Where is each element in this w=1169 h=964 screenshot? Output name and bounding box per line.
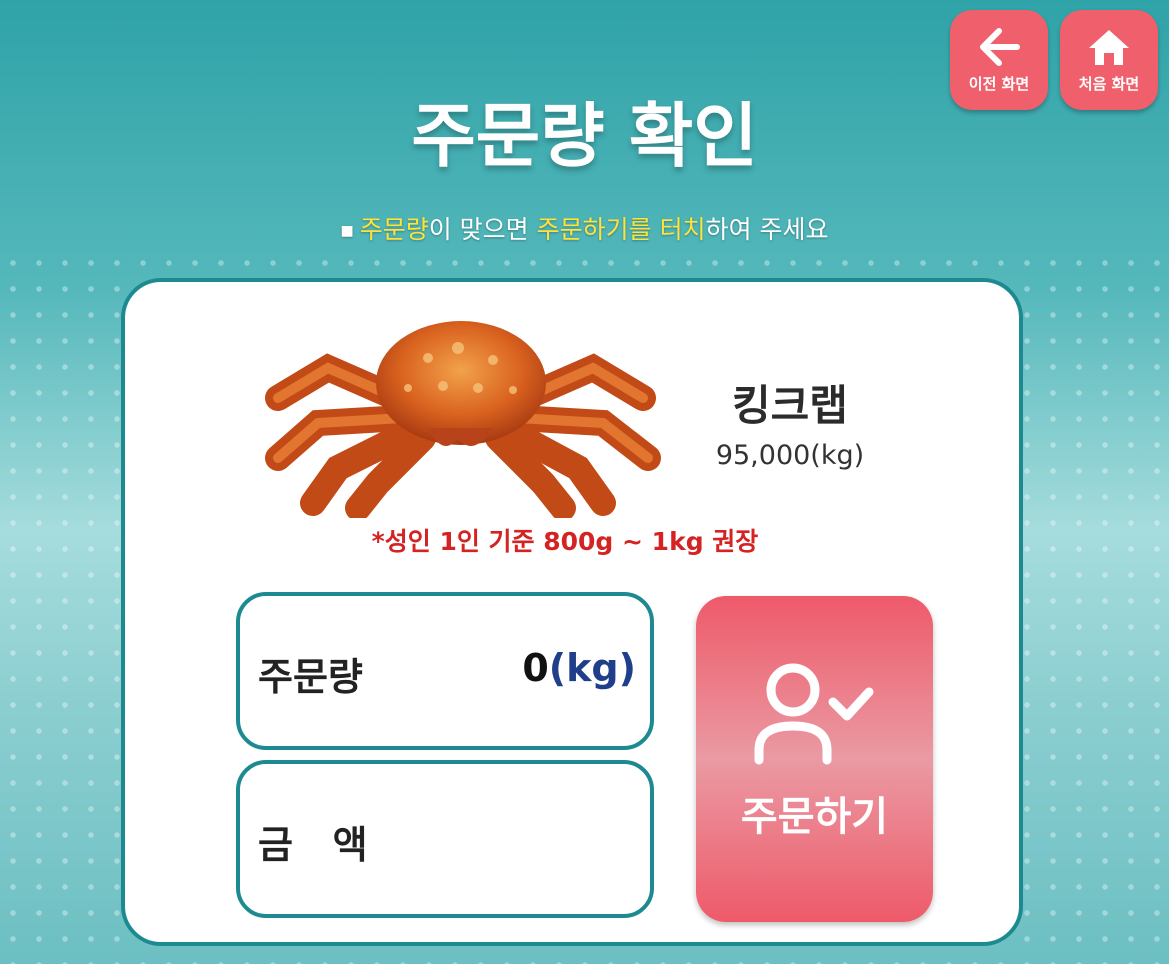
- bullet-icon: ■: [340, 223, 354, 239]
- instruction-part-2: 이 맞으면: [428, 215, 537, 244]
- instruction-part-3: 주문하기를: [536, 215, 652, 244]
- amount-label: 금 액: [258, 823, 368, 867]
- serving-recommendation: *성인 1인 기준 800g ~ 1kg 권장: [371, 527, 759, 556]
- instruction-part-1: 주문량: [359, 215, 429, 244]
- king-crab-image: [265, 321, 661, 518]
- home-icon: [1089, 29, 1129, 65]
- quantity-value: 0(kg): [522, 646, 636, 690]
- instruction-text: ■ 주문량이 맞으면 주문하기를 터치하여 주세요: [0, 210, 1169, 246]
- instruction-part-4: [652, 215, 660, 244]
- order-button-label: 주문하기: [740, 794, 889, 840]
- order-button[interactable]: 주문하기: [696, 596, 933, 922]
- quantity-number: 0: [522, 646, 549, 690]
- user-check-icon: [754, 663, 874, 765]
- quantity-unit: (kg): [548, 646, 636, 690]
- instruction-part-5: 터치: [659, 215, 706, 244]
- quantity-field[interactable]: 주문량 0(kg): [236, 592, 654, 750]
- product-price: 95,000(kg): [715, 440, 865, 471]
- quantity-label: 주문량: [258, 655, 363, 699]
- page-title: 주문량 확인: [411, 95, 758, 177]
- arrow-left-icon: [980, 27, 1020, 66]
- instruction-part-6: 하여 주세요: [705, 215, 829, 244]
- amount-field: 금 액: [236, 760, 654, 918]
- product-name: 킹크랩: [732, 381, 848, 430]
